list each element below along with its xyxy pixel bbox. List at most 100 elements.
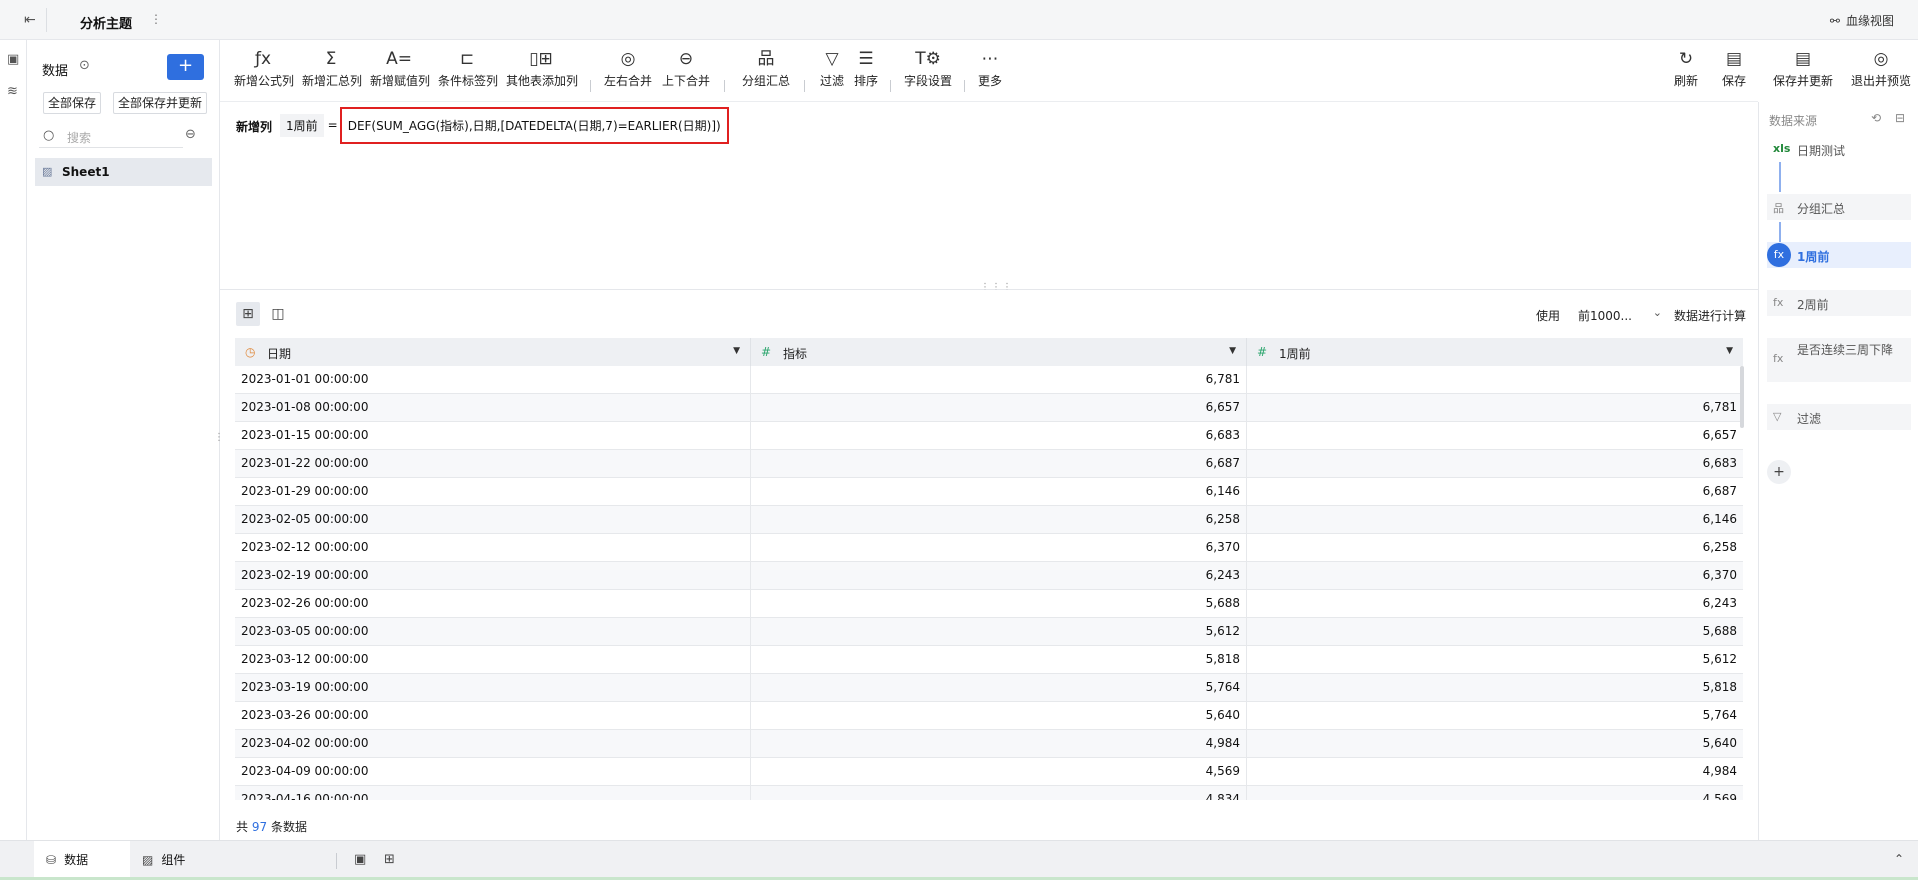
- cell-metric[interactable]: 5,640: [751, 702, 1247, 730]
- add-summary-column-button[interactable]: Σ 新增汇总列: [302, 48, 362, 89]
- cell-metric[interactable]: 4,569: [751, 758, 1247, 786]
- cell-metric[interactable]: 6,243: [751, 562, 1247, 590]
- add-step-button[interactable]: +: [1767, 460, 1791, 484]
- field-settings-button[interactable]: T⚙ 字段设置: [904, 48, 952, 89]
- table-row[interactable]: 2023-01-22 00:00:00 6,687 6,683: [235, 450, 1743, 478]
- cell-1week[interactable]: 5,688: [1247, 618, 1743, 646]
- dataset-icon[interactable]: ▣: [7, 52, 19, 67]
- cell-metric[interactable]: 6,370: [751, 534, 1247, 562]
- column-name-chip[interactable]: 1周前: [280, 113, 324, 137]
- table-row[interactable]: 2023-01-08 00:00:00 6,657 6,781: [235, 394, 1743, 422]
- table-row[interactable]: 2023-02-19 00:00:00 6,243 6,370: [235, 562, 1743, 590]
- merge-left-right-button[interactable]: ◎ 左右合并: [604, 48, 652, 89]
- cell-date[interactable]: 2023-04-16 00:00:00: [235, 786, 751, 800]
- cell-1week[interactable]: 5,818: [1247, 674, 1743, 702]
- cell-metric[interactable]: 4,984: [751, 730, 1247, 758]
- sheet-item[interactable]: ▨ Sheet1: [35, 158, 212, 186]
- cell-metric[interactable]: 5,688: [751, 590, 1247, 618]
- condition-label-column-button[interactable]: ⊏ 条件标签列: [438, 48, 498, 89]
- add-assign-column-button[interactable]: A= 新增赋值列: [370, 48, 430, 89]
- layout-icon[interactable]: ⊟: [1895, 111, 1905, 125]
- vertical-scrollbar[interactable]: [1740, 366, 1744, 428]
- refresh-button[interactable]: ↻ 刷新: [1672, 48, 1700, 89]
- tab-component[interactable]: ▨ 组件: [130, 841, 226, 879]
- filter-settings-icon[interactable]: ≋: [7, 84, 18, 99]
- save-all-button[interactable]: 全部保存: [43, 92, 102, 114]
- column-header-date[interactable]: ◷ 日期 ▼: [235, 338, 751, 366]
- column-header-1week[interactable]: # 1周前 ▼: [1247, 338, 1743, 366]
- cell-1week[interactable]: 6,370: [1247, 562, 1743, 590]
- cell-metric[interactable]: 5,764: [751, 674, 1247, 702]
- table-row[interactable]: 2023-03-05 00:00:00 5,612 5,688: [235, 618, 1743, 646]
- caret-down-icon[interactable]: ▼: [733, 346, 740, 356]
- cell-date[interactable]: 2023-02-19 00:00:00: [235, 562, 751, 590]
- table-row[interactable]: 2023-03-12 00:00:00 5,818 5,612: [235, 646, 1743, 674]
- panel-resize-handle-icon[interactable]: ⋮: [214, 432, 224, 443]
- filter-button[interactable]: ▽ 过滤: [818, 48, 846, 89]
- cell-metric[interactable]: 6,146: [751, 478, 1247, 506]
- cell-1week[interactable]: 6,657: [1247, 422, 1743, 450]
- cell-1week[interactable]: 6,243: [1247, 590, 1743, 618]
- cell-metric[interactable]: 6,683: [751, 422, 1247, 450]
- source-step-filter[interactable]: ▽ 过滤: [1767, 404, 1911, 430]
- save-all-update-button[interactable]: 全部保存并更新: [113, 92, 208, 114]
- cell-metric[interactable]: 4,834: [751, 786, 1247, 800]
- cell-date[interactable]: 2023-02-12 00:00:00: [235, 534, 751, 562]
- table-row[interactable]: 2023-02-12 00:00:00 6,370 6,258: [235, 534, 1743, 562]
- source-step-1week[interactable]: fx 1周前: [1767, 242, 1911, 268]
- source-step-group[interactable]: 品 分组汇总: [1767, 194, 1911, 220]
- save-button[interactable]: ▤ 保存: [1720, 48, 1748, 89]
- add-column-from-table-button[interactable]: ▯⊞ 其他表添加列: [506, 48, 578, 89]
- cell-date[interactable]: 2023-03-05 00:00:00: [235, 618, 751, 646]
- save-update-button[interactable]: ▤ 保存并更新: [1772, 48, 1834, 89]
- more-button[interactable]: ⋯ 更多: [976, 48, 1004, 89]
- table-row[interactable]: 2023-04-16 00:00:00 4,834 4,569: [235, 786, 1743, 800]
- cell-metric[interactable]: 5,612: [751, 618, 1247, 646]
- lineage-view-button[interactable]: ⚯ 血缘视图: [1830, 12, 1894, 29]
- cell-metric[interactable]: 6,258: [751, 506, 1247, 534]
- cell-metric[interactable]: 6,657: [751, 394, 1247, 422]
- formula-editor[interactable]: 新增列 1周前 = DEF(SUM_AGG(指标),日期,[DATEDELTA(…: [220, 102, 1758, 293]
- add-data-button[interactable]: +: [167, 54, 204, 80]
- sort-button[interactable]: ☰ 排序: [852, 48, 880, 89]
- cell-1week[interactable]: 5,764: [1247, 702, 1743, 730]
- cell-metric[interactable]: 6,687: [751, 450, 1247, 478]
- cell-metric[interactable]: 5,818: [751, 646, 1247, 674]
- cell-date[interactable]: 2023-02-26 00:00:00: [235, 590, 751, 618]
- formula-expression[interactable]: DEF(SUM_AGG(指标),日期,[DATEDELTA(日期,7)=EARL…: [339, 106, 729, 144]
- exit-preview-button[interactable]: ◎ 退出并预览: [1850, 48, 1912, 89]
- cell-1week[interactable]: 6,781: [1247, 394, 1743, 422]
- caret-down-icon[interactable]: ▼: [1726, 346, 1733, 356]
- cell-date[interactable]: 2023-03-12 00:00:00: [235, 646, 751, 674]
- add-dashboard-icon[interactable]: ▣: [354, 852, 366, 867]
- cell-1week[interactable]: 4,984: [1247, 758, 1743, 786]
- cell-1week[interactable]: [1247, 366, 1743, 394]
- layout-view-icon[interactable]: ◫: [266, 302, 290, 326]
- table-row[interactable]: 2023-02-26 00:00:00 5,688 6,243: [235, 590, 1743, 618]
- cell-date[interactable]: 2023-03-26 00:00:00: [235, 702, 751, 730]
- cell-date[interactable]: 2023-01-08 00:00:00: [235, 394, 751, 422]
- source-step-xls[interactable]: xls 日期测试: [1767, 138, 1911, 160]
- table-row[interactable]: 2023-04-02 00:00:00 4,984 5,640: [235, 730, 1743, 758]
- cell-1week[interactable]: 5,640: [1247, 730, 1743, 758]
- cell-metric[interactable]: 6,781: [751, 366, 1247, 394]
- column-header-metric[interactable]: # 指标 ▼: [751, 338, 1247, 366]
- cell-1week[interactable]: 6,258: [1247, 534, 1743, 562]
- cell-date[interactable]: 2023-04-09 00:00:00: [235, 758, 751, 786]
- history-icon[interactable]: ⟲: [1871, 111, 1881, 125]
- cell-1week[interactable]: 6,146: [1247, 506, 1743, 534]
- row-limit-select[interactable]: 前1000... ⌄: [1572, 302, 1664, 326]
- group-summary-button[interactable]: 品 分组汇总: [742, 48, 790, 89]
- cell-date[interactable]: 2023-01-01 00:00:00: [235, 366, 751, 394]
- caret-down-icon[interactable]: ▼: [1229, 346, 1236, 356]
- tab-data[interactable]: ⛁ 数据: [34, 841, 130, 879]
- cell-1week[interactable]: 6,687: [1247, 478, 1743, 506]
- table-row[interactable]: 2023-03-19 00:00:00 5,764 5,818: [235, 674, 1743, 702]
- cell-1week[interactable]: 4,569: [1247, 786, 1743, 800]
- cell-date[interactable]: 2023-01-22 00:00:00: [235, 450, 751, 478]
- add-formula-column-button[interactable]: ƒx 新增公式列: [234, 48, 294, 89]
- source-step-2week[interactable]: fx 2周前: [1767, 290, 1911, 316]
- cell-1week[interactable]: 5,612: [1247, 646, 1743, 674]
- table-row[interactable]: 2023-04-09 00:00:00 4,569 4,984: [235, 758, 1743, 786]
- grid-view-icon[interactable]: ⊞: [236, 302, 260, 326]
